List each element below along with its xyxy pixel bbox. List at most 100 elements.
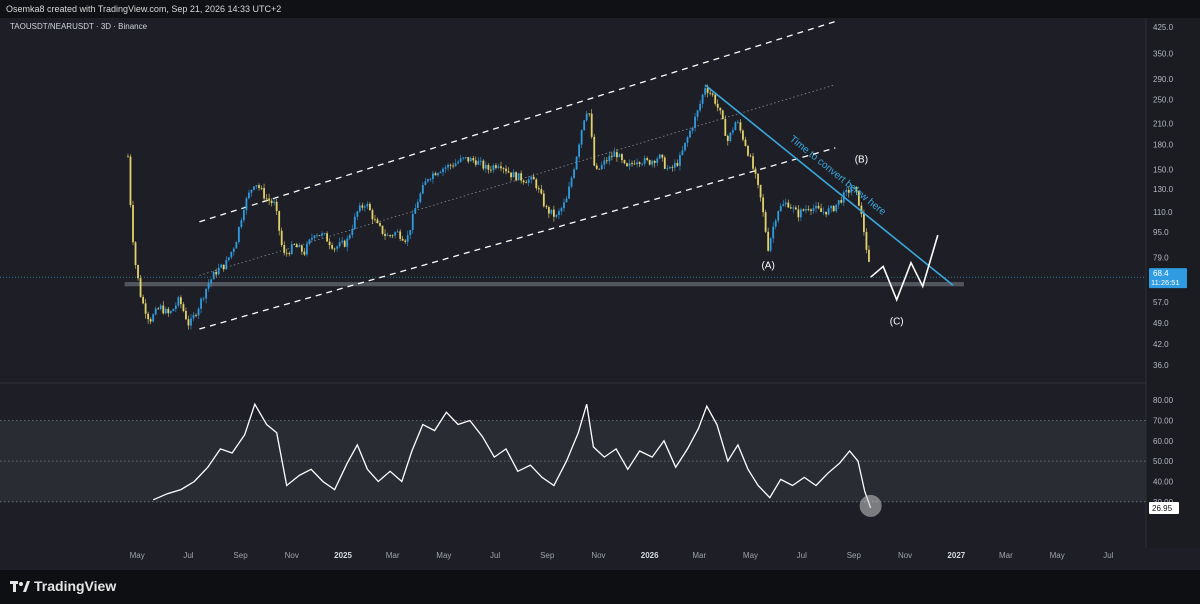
candle-body [152, 314, 155, 322]
candle-body [694, 116, 696, 128]
channel-boundary-line [199, 20, 836, 223]
candle-body [434, 173, 437, 176]
candle-body [217, 267, 220, 275]
candle-body [573, 169, 575, 178]
candle-body [142, 296, 144, 304]
candle-body [167, 308, 170, 314]
candle-body [250, 189, 253, 193]
candle-body [520, 173, 523, 181]
candle-body [137, 264, 139, 279]
candle-body [159, 305, 162, 309]
trendline-annotation: Time to convert below here [787, 134, 888, 218]
candle-body [429, 178, 432, 180]
candle-body [376, 219, 379, 224]
candle-body [190, 318, 192, 326]
candle-body [222, 264, 225, 270]
candle-body [774, 220, 777, 227]
candle-body [389, 235, 391, 237]
candle-body [278, 210, 281, 231]
candle-body [585, 113, 588, 121]
candle-body [341, 240, 344, 243]
candle-body [467, 157, 470, 162]
candle-body [744, 139, 747, 146]
tradingview-logo[interactable]: TradingView [10, 578, 116, 594]
candle-body [714, 94, 717, 104]
candle-body [749, 155, 752, 157]
candle-body [535, 179, 538, 189]
candle-body [134, 242, 137, 265]
candle-body [646, 158, 649, 161]
candle-body [711, 93, 714, 95]
candle-body [837, 200, 840, 205]
candle-body [555, 214, 558, 217]
support-zone-rect [124, 282, 964, 287]
candle-body [232, 248, 235, 252]
candle-body [353, 216, 356, 229]
candle-body [507, 171, 510, 173]
candle-body [411, 213, 414, 230]
candle-body [323, 233, 326, 235]
candle-body [668, 167, 671, 169]
grid [0, 276, 1146, 384]
candle-body [789, 207, 792, 209]
candle-body [464, 157, 467, 158]
candle-body [757, 173, 759, 185]
candle-body [290, 244, 293, 255]
candle-body [230, 251, 233, 258]
candle-body [686, 137, 689, 143]
candle-body [736, 122, 739, 124]
candle-body [648, 160, 651, 165]
candle-body [633, 163, 636, 165]
candle-body [530, 176, 533, 180]
candle-body [144, 303, 147, 314]
drawings: Time to convert below here (A) (B) (C) [704, 84, 954, 327]
candle-body [149, 319, 152, 322]
candle-body [547, 207, 550, 214]
candle-body [868, 249, 870, 262]
candle-body [742, 130, 744, 140]
candle-body [147, 313, 150, 320]
candle-body [205, 288, 207, 299]
candle-body [827, 208, 830, 215]
candle-body [258, 185, 260, 188]
candle-body [366, 203, 369, 207]
price-tag-countdown: 11:26:51 [1151, 278, 1180, 287]
candle-body [689, 130, 691, 138]
candle-body [338, 242, 341, 247]
candle-body [331, 245, 334, 249]
candle-body [537, 188, 540, 190]
candle-body [673, 162, 676, 168]
candle-body [243, 210, 245, 221]
time-tick-label: Jul [183, 551, 193, 560]
descending-trendline [704, 84, 954, 286]
support-zone [124, 282, 964, 287]
candle-body [197, 308, 200, 316]
candle-body [303, 251, 306, 255]
time-tick-label: May [743, 551, 758, 560]
candle-body [174, 305, 177, 309]
candle-body [361, 205, 364, 208]
candle-body [800, 209, 802, 218]
price-chart[interactable]: Time to convert below here (A) (B) (C) 425.… [0, 0, 1200, 604]
price-tick-label: 150.0 [1153, 166, 1174, 175]
candle-body [200, 298, 202, 309]
candle-body [570, 177, 573, 187]
candle-body [724, 119, 727, 136]
candle-body [449, 164, 452, 166]
price-tick-label: 425.0 [1153, 23, 1174, 32]
price-tick-label: 250.0 [1153, 95, 1174, 104]
candle-body [343, 240, 346, 247]
candle-body [739, 122, 742, 131]
time-tick-label: 2027 [947, 551, 965, 560]
rsi-tick-label: 50.00 [1153, 457, 1174, 466]
wave-label-c: (C) [890, 316, 904, 327]
candle-body [500, 166, 502, 169]
candle-body [676, 162, 679, 166]
candle-body [306, 243, 308, 255]
time-tick-label: 2025 [334, 551, 352, 560]
candle-body [779, 205, 782, 212]
candle-body [399, 231, 402, 239]
candle-body [613, 152, 616, 157]
price-tick-label: 130.0 [1153, 185, 1174, 194]
candle-body [510, 172, 512, 178]
